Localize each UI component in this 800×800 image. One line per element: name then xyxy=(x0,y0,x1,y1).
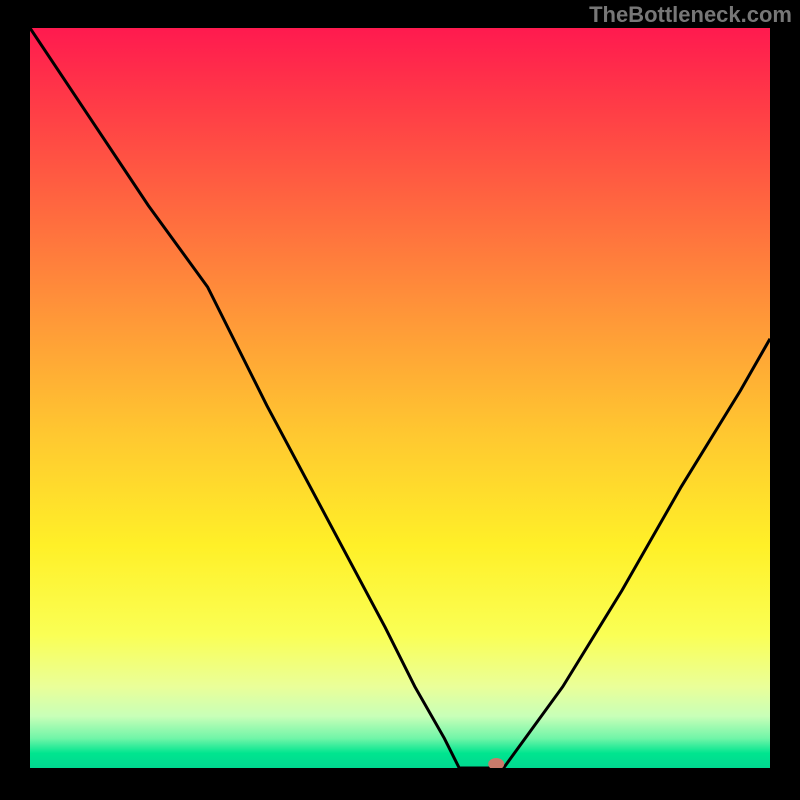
curve-minimum-marker xyxy=(488,758,504,768)
watermark-text: TheBottleneck.com xyxy=(589,2,792,28)
plot-area xyxy=(30,28,770,768)
chart-svg xyxy=(30,28,770,768)
chart-container: TheBottleneck.com xyxy=(0,0,800,800)
bottleneck-curve-path xyxy=(30,28,770,768)
